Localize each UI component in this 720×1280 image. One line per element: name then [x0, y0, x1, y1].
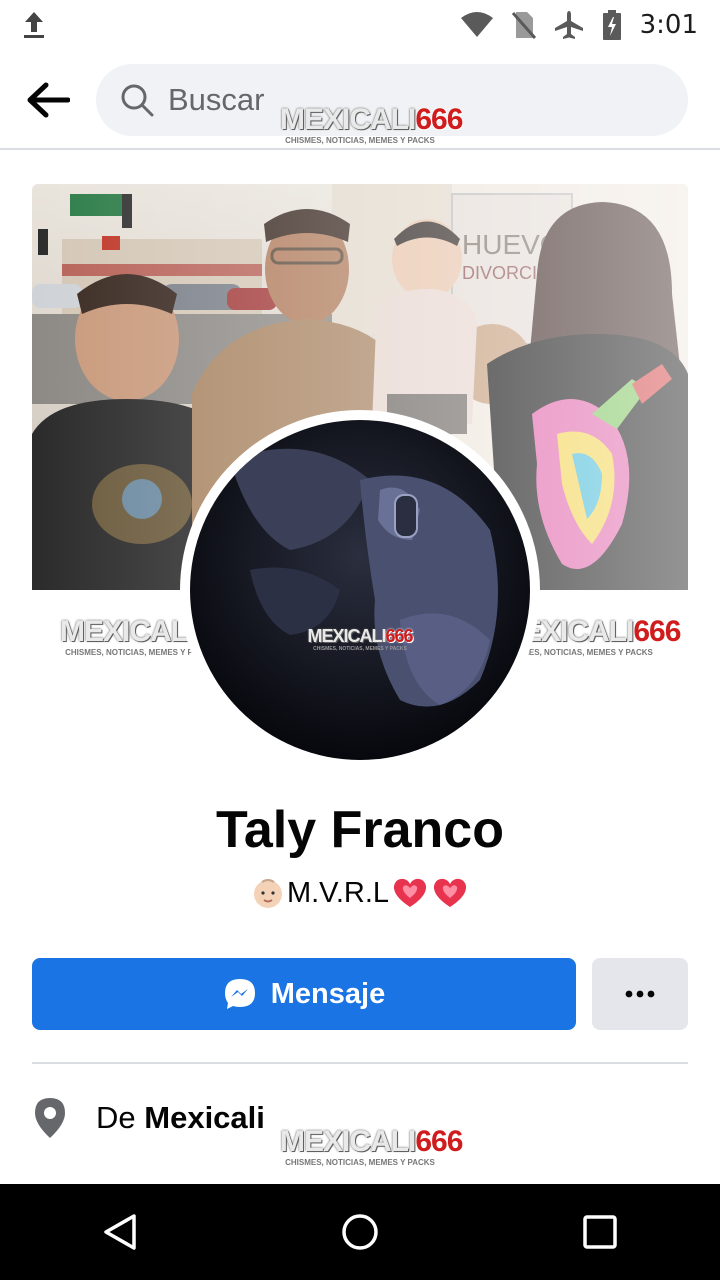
status-bar: 3:01 [0, 0, 720, 50]
nav-recents-button[interactable] [540, 1184, 660, 1280]
clock-time: 3:01 [639, 10, 698, 40]
section-divider [32, 1062, 688, 1064]
home-circle-icon [342, 1214, 378, 1250]
wifi-icon [460, 12, 493, 37]
system-nav-bar [0, 1184, 720, 1280]
watermark-logo: MEXICALI666 CHISMES, NOTICIAS, MEMES Y P… [307, 626, 413, 652]
heart-emoji-icon [393, 878, 427, 907]
search-placeholder: Buscar [168, 82, 265, 117]
search-icon [121, 84, 154, 117]
location-text: De Mexicali [96, 1100, 265, 1135]
no-sim-icon [511, 12, 536, 39]
arrow-left-icon [27, 82, 70, 118]
airplane-icon [554, 11, 583, 39]
back-button[interactable] [0, 51, 96, 149]
watermark-logo: MEXICALI666 CHISMES, NOTICIAS, MEMES Y P… [280, 103, 463, 146]
upload-icon [24, 12, 44, 38]
messenger-icon [224, 979, 255, 1009]
baby-emoji-icon [253, 879, 282, 908]
message-button[interactable]: Mensaje [32, 958, 576, 1030]
message-button-label: Mensaje [270, 977, 386, 1010]
battery-icon [602, 10, 621, 40]
location-pin-icon [35, 1098, 65, 1138]
avatar-image [190, 420, 530, 760]
nav-home-button[interactable] [300, 1184, 420, 1280]
intro-location-row: De Mexicali [32, 1096, 265, 1140]
recents-square-icon [583, 1215, 617, 1249]
avatar[interactable] [190, 420, 530, 760]
heart-emoji-icon [433, 878, 467, 907]
profile-name: Taly Franco [215, 801, 504, 859]
nav-back-button[interactable] [60, 1184, 180, 1280]
watermark-logo: MEXICALI666 CHISMES, NOTICIAS, MEMES Y P… [280, 1125, 463, 1168]
more-dots-icon [625, 990, 655, 998]
back-triangle-icon [104, 1214, 136, 1250]
more-options-button[interactable] [592, 958, 688, 1030]
bio-text: M.V.R.L [286, 876, 390, 909]
profile-bio: M.V.R.L [0, 876, 720, 910]
